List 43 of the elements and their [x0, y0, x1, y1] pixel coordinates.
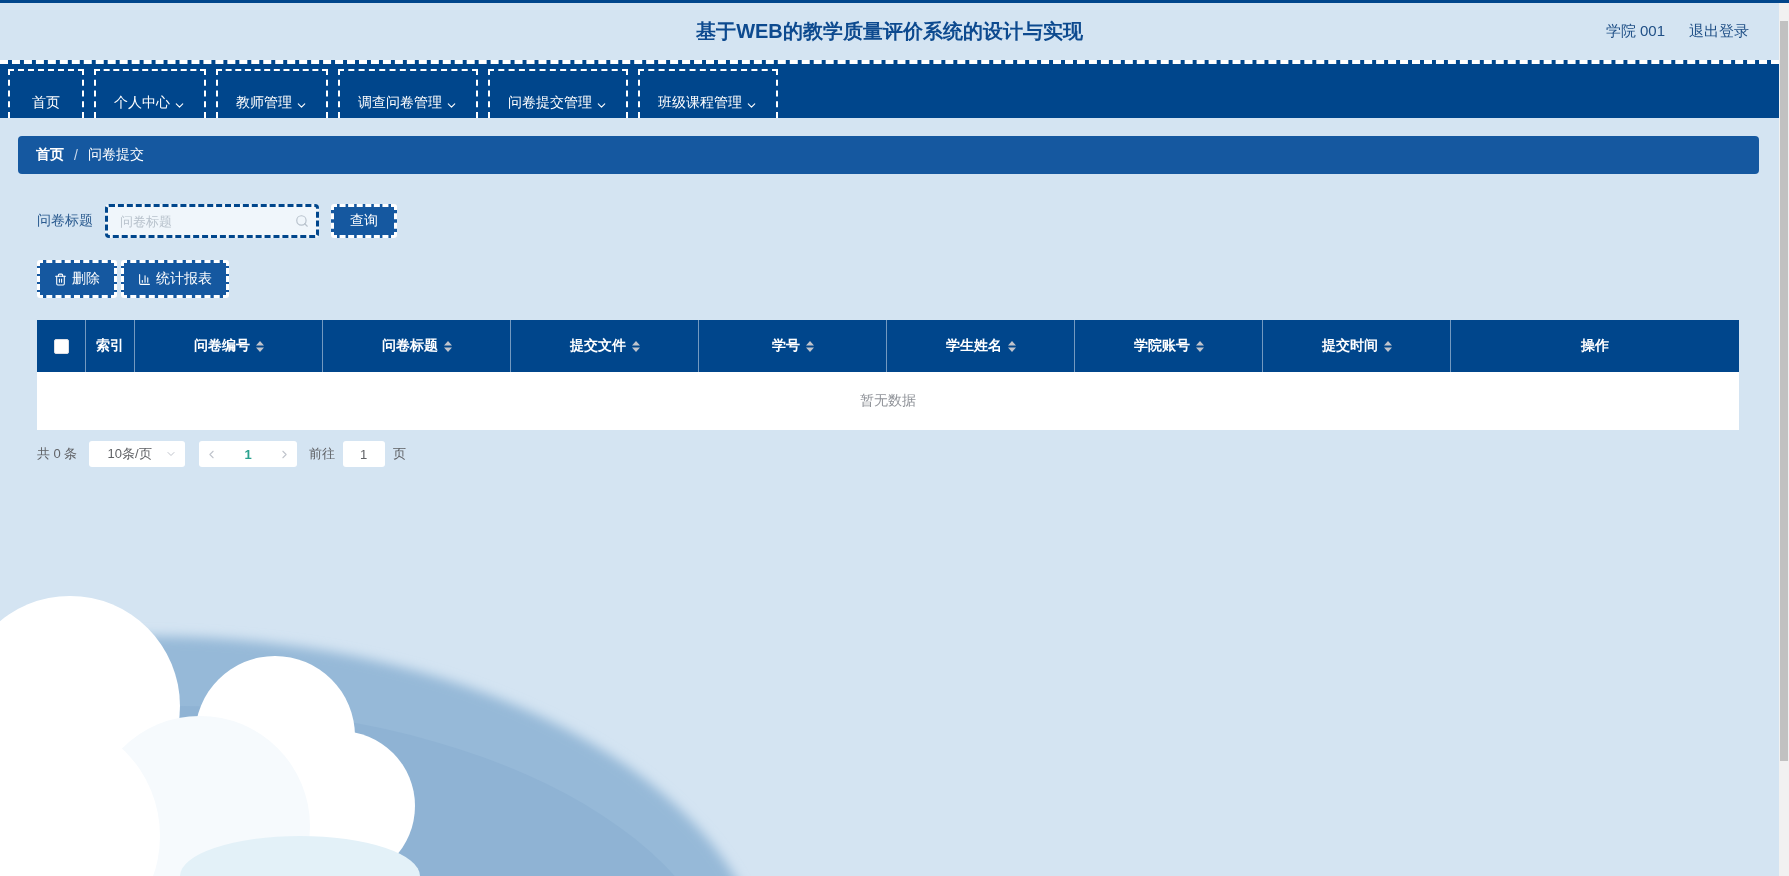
nav-tab[interactable]: 首页 — [8, 69, 84, 118]
scrollbar[interactable] — [1779, 3, 1789, 876]
sort-icon[interactable] — [1195, 340, 1204, 352]
user-name[interactable]: 学院 001 — [1605, 22, 1665, 41]
sort-icon[interactable] — [805, 340, 814, 352]
nav-tab[interactable]: 调查问卷管理 — [338, 69, 478, 118]
column-header: 索引 — [85, 320, 134, 372]
page-title: 基于WEB的教学质量评价系统的设计与实现 — [696, 19, 1083, 44]
breadcrumb-item[interactable]: 首页 — [36, 146, 64, 164]
column-header[interactable]: 学号 — [698, 320, 886, 372]
breadcrumb-separator: / — [74, 147, 78, 163]
sort-icon[interactable] — [631, 340, 640, 352]
column-header[interactable]: 提交时间 — [1262, 320, 1450, 372]
sort-icon[interactable] — [443, 340, 452, 352]
sort-icon[interactable] — [1007, 340, 1016, 352]
total-count: 共 0 条 — [37, 445, 78, 463]
select-all-checkbox[interactable] — [53, 338, 69, 354]
search-button[interactable]: 查询 — [331, 204, 397, 238]
nav-tab[interactable]: 问卷提交管理 — [488, 69, 628, 118]
report-button[interactable]: 统计报表 — [121, 260, 229, 298]
column-header[interactable]: 问卷标题 — [322, 320, 510, 372]
nav-tab[interactable]: 班级课程管理 — [638, 69, 778, 118]
empty-text: 暂无数据 — [860, 392, 916, 410]
search-icon — [295, 214, 309, 228]
logout-link[interactable]: 退出登录 — [1689, 22, 1749, 41]
sort-icon[interactable] — [1383, 340, 1392, 352]
goto-label: 前往 — [308, 445, 335, 463]
column-header[interactable]: 学生姓名 — [886, 320, 1074, 372]
nav-tab[interactable]: 教师管理 — [216, 69, 328, 118]
sort-icon[interactable] — [255, 340, 264, 352]
nav-tab[interactable]: 个人中心 — [94, 69, 206, 118]
column-header: 操作 — [1450, 320, 1739, 372]
field-label: 问卷标题 — [37, 212, 93, 230]
delete-button[interactable]: 删除 — [37, 260, 117, 298]
column-header[interactable]: 问卷编号 — [134, 320, 322, 372]
page-suffix: 页 — [392, 445, 406, 463]
breadcrumb-item: 问卷提交 — [87, 146, 144, 164]
column-header[interactable]: 提交文件 — [510, 320, 698, 372]
goto-field[interactable]: 1 — [342, 441, 385, 467]
trash-icon — [54, 272, 67, 286]
bar-chart-icon — [138, 272, 151, 286]
column-header[interactable]: 学院账号 — [1074, 320, 1262, 372]
page-size-select[interactable]: 10条/页 — [89, 441, 186, 467]
